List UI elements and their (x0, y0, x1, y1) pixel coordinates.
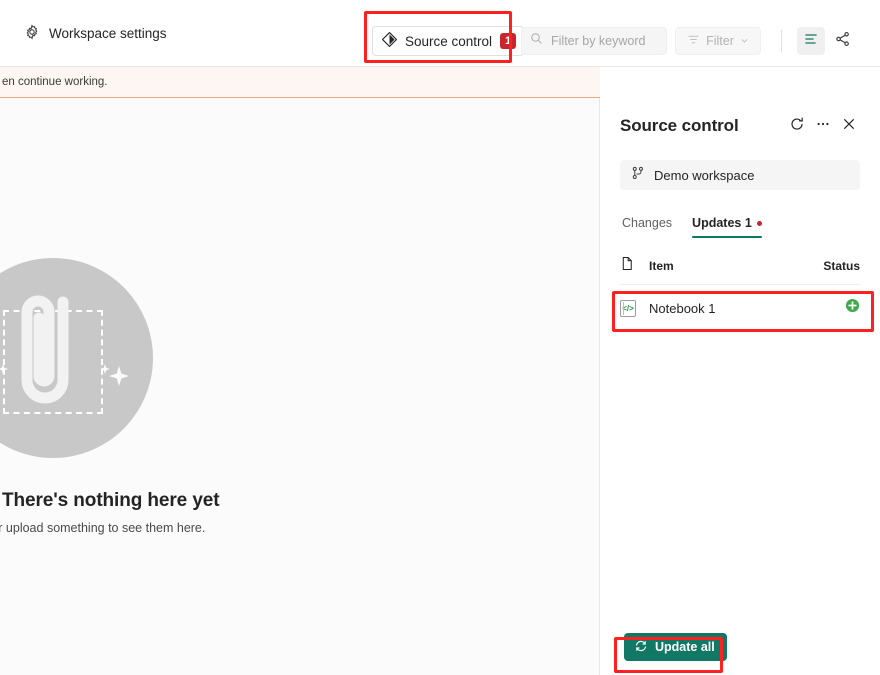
tab-changes-label: Changes (622, 216, 673, 230)
chevron-down-icon (740, 34, 749, 48)
table-header-row: Item Status (620, 256, 860, 285)
tab-updates-label: Updates 1 (692, 216, 752, 230)
source-control-label: Source control (405, 33, 493, 49)
panel-header: Source control (600, 98, 880, 144)
source-control-panel: Source control Demo workspace Changes Up… (600, 98, 880, 675)
tab-changes[interactable]: Changes (622, 216, 672, 238)
close-panel-button[interactable] (836, 113, 862, 139)
top-toolbar: Workspace settings Source control 1 Filt… (0, 0, 880, 67)
paperclip-icon (21, 295, 69, 404)
filter-dropdown-button[interactable]: Filter (675, 27, 761, 55)
empty-state-title: There's nothing here yet (2, 490, 220, 511)
branch-name: Demo workspace (654, 167, 755, 183)
empty-state: There's nothing here yet ing new, or upl… (0, 258, 340, 535)
filter-label: Filter (706, 34, 734, 48)
search-icon (530, 32, 543, 50)
empty-state-subtitle: ing new, or upload something to see them… (0, 521, 206, 535)
filter-icon (687, 33, 700, 49)
toolbar-divider (781, 30, 782, 52)
ellipsis-icon (815, 116, 831, 137)
paperclip-illustration (0, 258, 188, 458)
gear-icon (24, 23, 40, 43)
more-options-button[interactable] (810, 113, 836, 139)
notification-text: en continue working. (2, 76, 108, 88)
update-all-button[interactable]: Update all (624, 633, 727, 661)
panel-tabs: Changes Updates 1 (622, 206, 880, 238)
lineage-share-icon (835, 31, 851, 52)
source-control-icon (381, 31, 398, 50)
branch-selector[interactable]: Demo workspace (620, 160, 860, 190)
filter-search-box[interactable] (521, 27, 667, 55)
update-all-label: Update all (655, 640, 715, 654)
lineage-share-icon-button[interactable] (829, 27, 857, 55)
item-status (844, 298, 860, 318)
git-branch-icon (631, 166, 645, 185)
sparkle-icon-right (100, 364, 129, 386)
table-row[interactable]: </> Notebook 1 (620, 293, 860, 323)
workspace-settings-label: Workspace settings (49, 25, 167, 41)
document-icon (620, 256, 635, 276)
column-header-status: Status (823, 259, 860, 273)
tab-updates[interactable]: Updates 1 (692, 216, 762, 238)
panel-title: Source control (620, 116, 739, 135)
panel-footer: Update all (600, 633, 880, 675)
toolbar-center-group: Source control 1 (372, 26, 525, 56)
search-input[interactable] (549, 33, 659, 49)
close-icon (841, 116, 857, 137)
notebook-icon: </> (620, 299, 636, 317)
column-header-item: Item (649, 259, 674, 273)
updates-dot-icon (756, 220, 762, 226)
item-name: Notebook 1 (649, 300, 716, 316)
notification-bar: en continue working. (0, 67, 600, 98)
list-view-icon-button[interactable] (797, 27, 825, 55)
list-view-icon (803, 31, 819, 52)
source-control-badge: 1 (500, 33, 517, 49)
plus-circle-icon (845, 298, 860, 318)
app-root: Workspace settings Source control 1 Filt… (0, 0, 880, 675)
refresh-icon (634, 639, 648, 656)
refresh-icon (789, 116, 805, 137)
sparkle-icon-left (0, 364, 8, 374)
workspace-settings-button[interactable]: Workspace settings (18, 19, 173, 48)
refresh-button[interactable] (784, 113, 810, 139)
source-control-button[interactable]: Source control 1 (372, 26, 525, 56)
main-content-area: There's nothing here yet ing new, or upl… (0, 98, 600, 675)
